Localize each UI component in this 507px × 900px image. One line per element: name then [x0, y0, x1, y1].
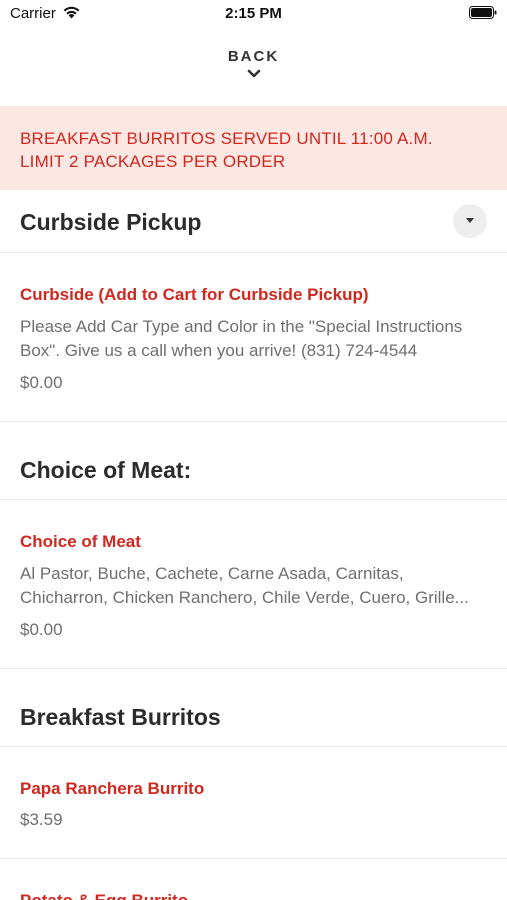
caret-down-icon — [466, 218, 474, 223]
notice-banner: BREAKFAST BURRITOS SERVED UNTIL 11:00 A.… — [0, 106, 507, 190]
menu-item[interactable]: Choice of Meat Al Pastor, Buche, Cachete… — [0, 500, 507, 669]
item-description-line: Chicharron, Chicken Ranchero, Chile Verd… — [20, 588, 469, 607]
menu-item[interactable]: Papa Ranchera Burrito $3.59 — [0, 747, 507, 859]
item-description-line: Al Pastor, Buche, Cachete, Carne Asada, … — [20, 564, 404, 583]
section-title: Curbside Pickup — [20, 209, 202, 235]
notice-line-2: LIMIT 2 PACKAGES PER ORDER — [20, 152, 286, 171]
back-button[interactable]: BACK — [0, 46, 507, 94]
section-dropdown-button[interactable] — [453, 204, 487, 238]
item-price: $0.00 — [20, 620, 63, 639]
menu-item[interactable]: Potato & Egg Burrito — [0, 859, 507, 900]
notice-line-1: BREAKFAST BURRITOS SERVED UNTIL 11:00 A.… — [20, 129, 433, 148]
item-price: $0.00 — [20, 373, 63, 392]
item-name: Potato & Egg Burrito — [20, 891, 188, 900]
item-price: $3.59 — [20, 810, 63, 829]
item-name: Papa Ranchera Burrito — [20, 779, 205, 798]
battery-icon — [469, 6, 497, 19]
item-description-line: Please Add Car Type and Color in the "Sp… — [20, 317, 463, 336]
section-header-curbside: Curbside Pickup — [0, 190, 507, 253]
section-title: Choice of Meat: — [20, 457, 192, 483]
clock: 2:15 PM — [225, 5, 282, 22]
item-description-line: Box". Give us a call when you arrive! (8… — [20, 341, 418, 360]
item-name: Choice of Meat — [20, 532, 141, 551]
status-bar: Carrier 2:15 PM — [0, 0, 507, 28]
item-description: Please Add Car Type and Color in the "Sp… — [20, 315, 490, 363]
back-label: BACK — [227, 48, 280, 65]
item-description: Al Pastor, Buche, Cachete, Carne Asada, … — [20, 562, 490, 610]
menu-item[interactable]: Curbside (Add to Cart for Curbside Picku… — [0, 253, 507, 422]
section-header-meat: Choice of Meat: — [0, 422, 507, 500]
section-header-breakfast: Breakfast Burritos — [0, 669, 507, 747]
item-name: Curbside (Add to Cart for Curbside Picku… — [20, 285, 369, 304]
chevron-down-icon — [247, 69, 260, 78]
section-title: Breakfast Burritos — [20, 704, 221, 730]
